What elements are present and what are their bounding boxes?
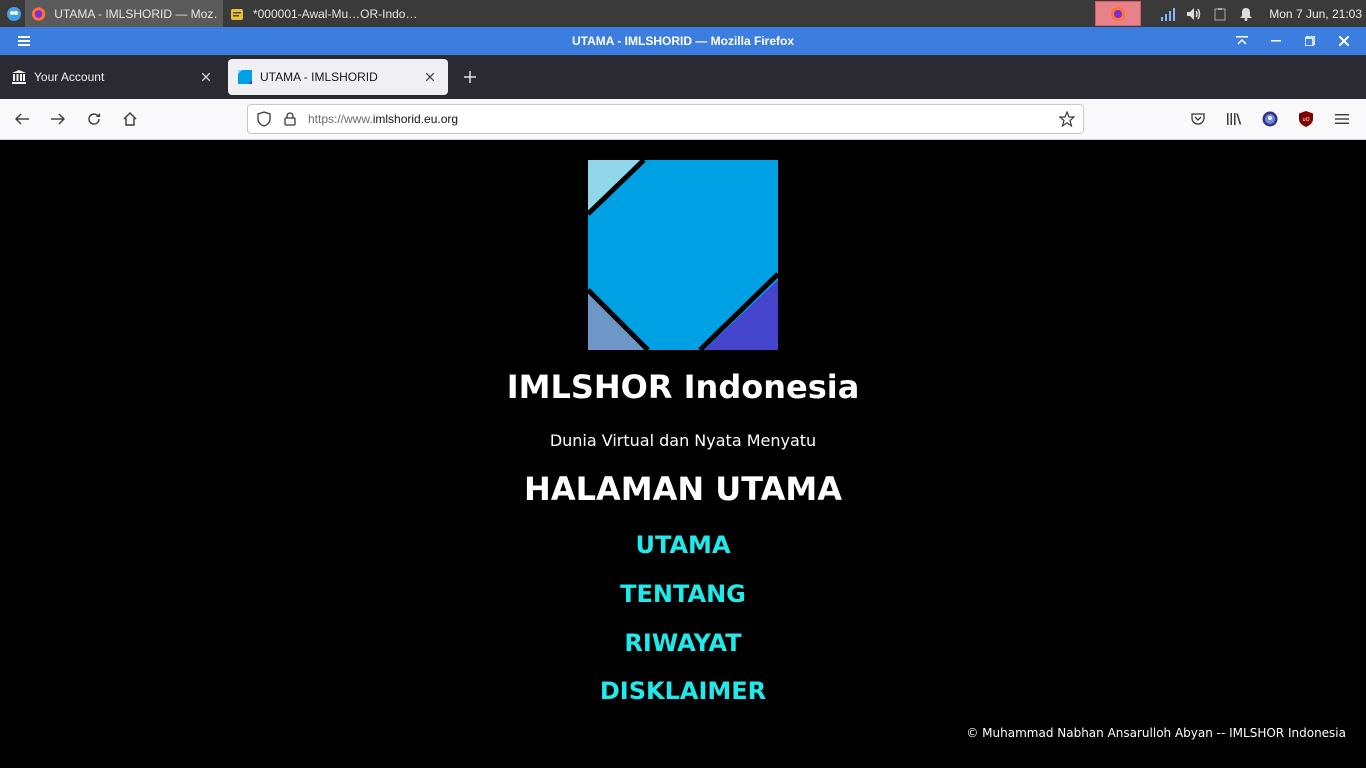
network-icon[interactable] [1155, 0, 1181, 27]
maximize-icon[interactable] [1300, 31, 1320, 51]
reload-icon [88, 113, 100, 125]
tracking-shield-icon[interactable] [254, 109, 274, 129]
arrow-left-icon [15, 113, 29, 125]
account-avatar-icon[interactable] [1256, 105, 1284, 133]
url-text[interactable]: https://www.imlshorid.eu.org [308, 112, 458, 126]
taskbar-item-firefox[interactable]: UTAMA - IMLSHORID — Moz… [25, 0, 223, 27]
hamburger-menu-icon[interactable] [1328, 105, 1356, 133]
app-menu-icon[interactable] [3, 3, 25, 25]
taskbar: UTAMA - IMLSHORID — Moz… *000001-Awal-Mu… [0, 0, 1366, 27]
bookmark-star-icon[interactable] [1057, 109, 1077, 129]
ublock-origin-icon[interactable]: uO [1292, 105, 1320, 133]
nav-link-riwayat[interactable]: RIWAYAT [0, 629, 1366, 657]
home-icon [123, 112, 137, 126]
nav-link-utama[interactable]: UTAMA [0, 531, 1366, 559]
firefox-icon [1111, 6, 1126, 21]
nav-link-tentang[interactable]: TENTANG [0, 580, 1366, 608]
window-titlebar: UTAMA - IMLSHORID — Mozilla Firefox [0, 27, 1366, 55]
keep-above-icon[interactable] [1232, 31, 1252, 51]
tab-utama-imlshorid[interactable]: UTAMA - IMLSHORID [228, 59, 448, 95]
forward-button[interactable] [44, 105, 72, 133]
plus-icon [464, 71, 476, 83]
new-tab-button[interactable] [456, 63, 484, 91]
pocket-icon[interactable] [1184, 105, 1212, 133]
site-title: IMLSHOR Indonesia [506, 368, 860, 406]
back-button[interactable] [8, 105, 36, 133]
svg-text:uO: uO [1302, 117, 1309, 123]
home-button[interactable] [116, 105, 144, 133]
volume-icon[interactable] [1181, 0, 1207, 27]
library-icon[interactable] [1220, 105, 1248, 133]
system-tray: Mon 7 Jun, 21:03 [1095, 0, 1366, 27]
reload-button[interactable] [80, 105, 108, 133]
url-protocol: https://www. [308, 112, 373, 126]
site-favicon-icon [238, 70, 252, 84]
window-title: UTAMA - IMLSHORID — Mozilla Firefox [572, 34, 794, 48]
clock[interactable]: Mon 7 Jun, 21:03 [1259, 7, 1366, 21]
tab-your-account[interactable]: Your Account [2, 59, 224, 95]
minimize-icon[interactable] [1266, 31, 1286, 51]
navigation-toolbar: https://www.imlshorid.eu.org uO [0, 99, 1366, 140]
window-menu-icon[interactable] [14, 32, 34, 50]
close-tab-icon[interactable] [422, 69, 438, 85]
page-heading: HALAMAN UTAMA [524, 470, 842, 508]
firefox-icon [31, 6, 46, 21]
page-content: IMLSHOR Indonesia Dunia Virtual dan Nyat… [0, 140, 1366, 768]
close-tab-icon[interactable] [198, 69, 214, 85]
nav-link-disklaimer[interactable]: DISKLAIMER [0, 677, 1366, 705]
address-bar[interactable]: https://www.imlshorid.eu.org [247, 104, 1084, 134]
taskbar-item-label: *000001-Awal-Mu…OR-Indo… [252, 6, 417, 21]
site-logo [588, 160, 778, 350]
tab-label: Your Account [34, 70, 105, 84]
url-domain: imlshorid.eu.org [372, 112, 459, 126]
taskbar-item-editor[interactable]: *000001-Awal-Mu…OR-Indo… [223, 0, 423, 27]
clipboard-icon[interactable] [1207, 0, 1233, 27]
arrow-right-icon [51, 113, 65, 125]
lock-icon[interactable] [280, 109, 300, 129]
close-window-icon[interactable] [1334, 31, 1354, 51]
footer-copyright: © Muhammad Nabhan Ansarulloh Abyan -- IM… [966, 726, 1346, 740]
taskbar-item-label: UTAMA - IMLSHORID — Moz… [54, 6, 217, 21]
text-editor-icon [230, 8, 243, 20]
bank-icon [12, 70, 26, 84]
tray-firefox-button[interactable] [1095, 1, 1142, 26]
site-tagline: Dunia Virtual dan Nyata Menyatu [549, 431, 817, 450]
notification-bell-icon[interactable] [1233, 0, 1259, 27]
tab-label: UTAMA - IMLSHORID [260, 70, 378, 84]
tab-strip: Your Account UTAMA - IMLSHORID [0, 55, 1366, 99]
